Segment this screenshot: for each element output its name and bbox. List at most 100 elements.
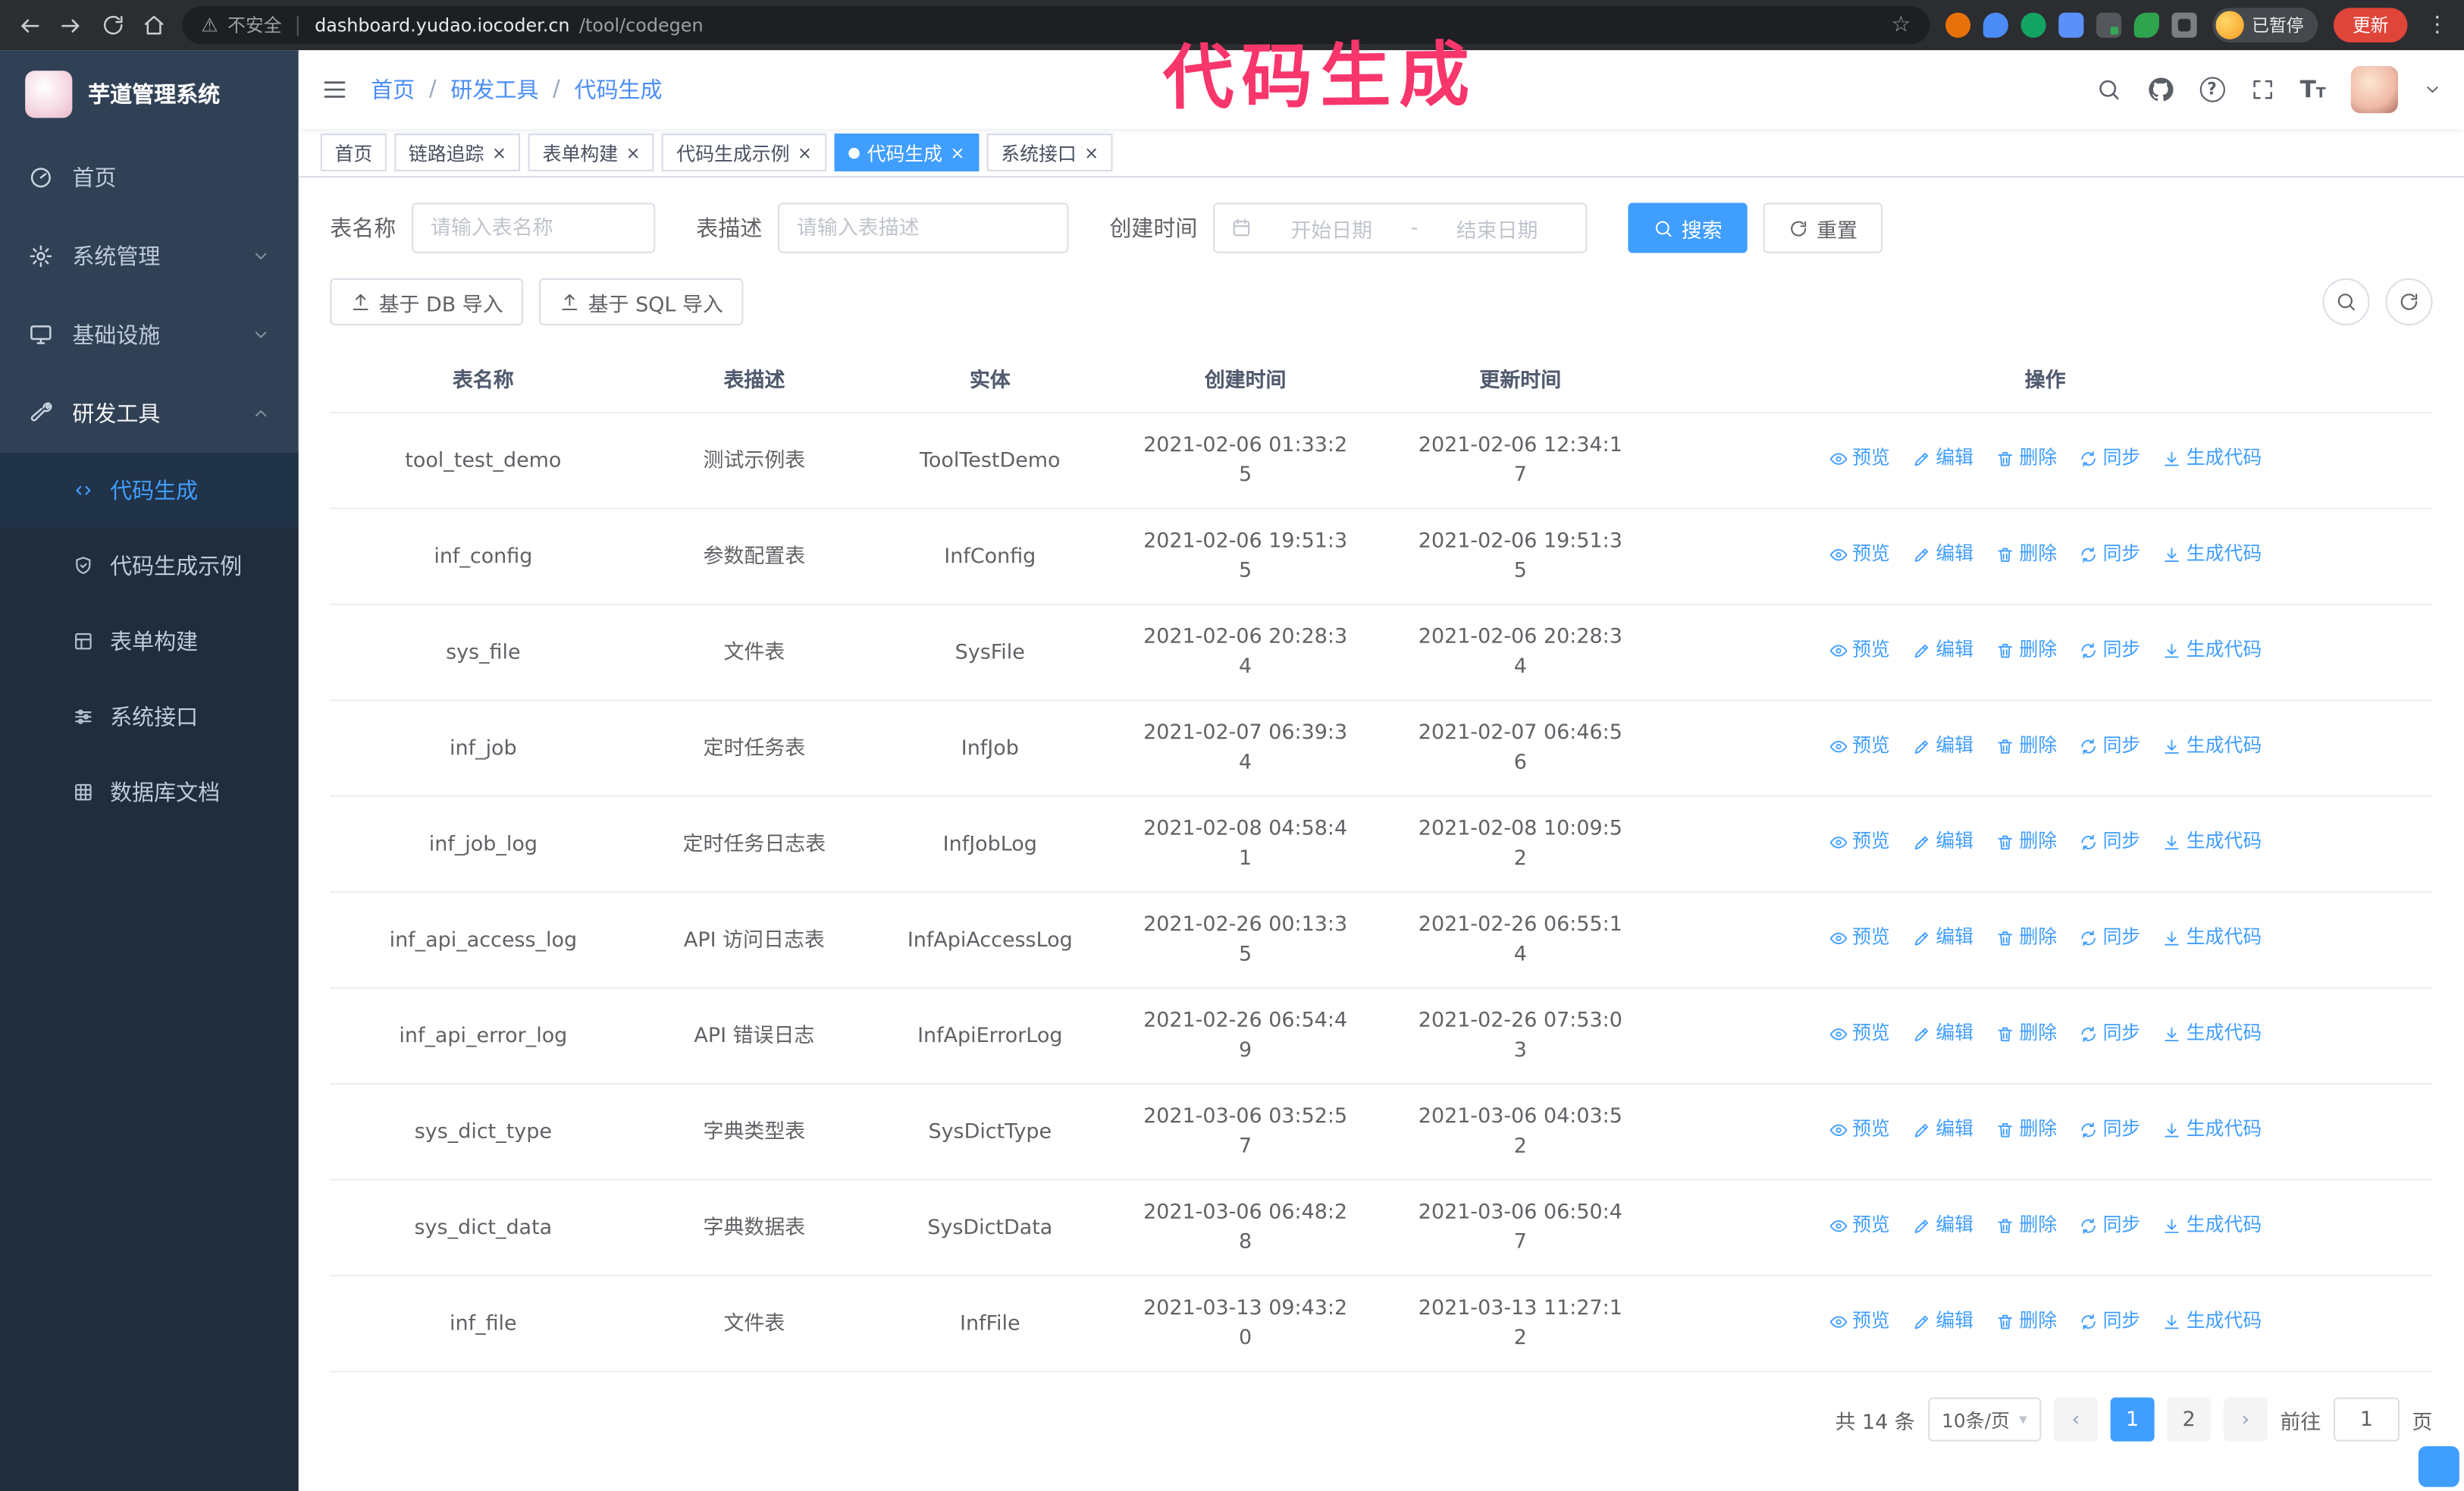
generate-code-link[interactable]: 生成代码 (2163, 636, 2262, 665)
delete-link[interactable]: 删除 (1995, 827, 2057, 857)
back-icon[interactable] (16, 12, 42, 39)
edit-link[interactable]: 编辑 (1912, 1019, 1973, 1049)
home-icon[interactable] (142, 13, 167, 38)
generate-code-link[interactable]: 生成代码 (2163, 923, 2262, 953)
address-bar[interactable]: ⚠ 不安全 dashboard.yudao.iocoder.cn /tool/c… (182, 6, 1930, 45)
sidebar-item-db-doc[interactable]: 数据库文档 (0, 755, 299, 830)
reset-button[interactable]: 重置 (1763, 202, 1883, 253)
preview-link[interactable]: 预览 (1829, 539, 1890, 569)
preview-link[interactable]: 预览 (1829, 1307, 1890, 1336)
delete-link[interactable]: 删除 (1995, 539, 2057, 569)
toggle-search-button[interactable] (2322, 278, 2370, 326)
extension-icon-2[interactable] (1983, 12, 2008, 38)
close-icon[interactable]: × (1084, 144, 1099, 162)
browser-update-button[interactable]: 更新 (2333, 8, 2408, 42)
import-db-button[interactable]: 基于 DB 导入 (330, 278, 524, 326)
page-button-2[interactable]: 2 (2167, 1397, 2212, 1442)
extension-icon-4[interactable] (2058, 12, 2084, 38)
sidebar-item-system[interactable]: 系统管理 (0, 217, 299, 296)
preview-link[interactable]: 预览 (1829, 636, 1890, 665)
delete-link[interactable]: 删除 (1995, 1210, 2057, 1240)
generate-code-link[interactable]: 生成代码 (2163, 1307, 2262, 1336)
sidebar-logo[interactable]: 芋道管理系统 (0, 50, 299, 138)
edit-link[interactable]: 编辑 (1912, 731, 1973, 761)
edit-link[interactable]: 编辑 (1912, 827, 1973, 857)
edit-link[interactable]: 编辑 (1912, 444, 1973, 473)
sidebar-item-home[interactable]: 首页 (0, 138, 299, 217)
sync-link[interactable]: 同步 (2079, 444, 2140, 473)
preview-link[interactable]: 预览 (1829, 444, 1890, 473)
search-button[interactable]: 搜索 (1628, 202, 1748, 253)
help-icon[interactable]: ? (2199, 77, 2225, 102)
breadcrumb-item-dev-tools[interactable]: 研发工具 (450, 74, 538, 105)
github-icon[interactable] (2146, 75, 2174, 103)
sync-link[interactable]: 同步 (2079, 539, 2140, 569)
close-icon[interactable]: × (625, 144, 640, 162)
sync-link[interactable]: 同步 (2079, 1019, 2140, 1049)
table-desc-input[interactable] (777, 202, 1069, 253)
delete-link[interactable]: 删除 (1995, 1115, 2057, 1144)
sync-link[interactable]: 同步 (2079, 1210, 2140, 1240)
tab-tracer[interactable]: 链路追踪 × (394, 133, 521, 171)
generate-code-link[interactable]: 生成代码 (2163, 827, 2262, 857)
next-page-button[interactable]: › (2223, 1397, 2268, 1442)
generate-code-link[interactable]: 生成代码 (2163, 1115, 2262, 1144)
reload-icon[interactable] (101, 13, 126, 38)
forward-icon[interactable] (58, 12, 85, 39)
generate-code-link[interactable]: 生成代码 (2163, 731, 2262, 761)
create-time-range-picker[interactable]: 开始日期 - 结束日期 (1213, 202, 1588, 253)
sidebar-item-system-api[interactable]: 系统接口 (0, 679, 299, 754)
goto-page-input[interactable] (2333, 1397, 2400, 1442)
edit-link[interactable]: 编辑 (1912, 539, 1973, 569)
prev-page-button[interactable]: ‹ (2053, 1397, 2098, 1442)
close-icon[interactable]: × (798, 144, 812, 162)
preview-link[interactable]: 预览 (1829, 1210, 1890, 1240)
preview-link[interactable]: 预览 (1829, 731, 1890, 761)
tab-home[interactable]: 首页 (320, 133, 387, 171)
sync-link[interactable]: 同步 (2079, 1307, 2140, 1336)
tab-codegen-example[interactable]: 代码生成示例 × (662, 133, 826, 171)
page-size-select[interactable]: 10条/页 ▾ (1927, 1397, 2042, 1442)
generate-code-link[interactable]: 生成代码 (2163, 1019, 2262, 1049)
preview-link[interactable]: 预览 (1829, 827, 1890, 857)
import-sql-button[interactable]: 基于 SQL 导入 (539, 278, 744, 326)
sidebar-item-codegen-example[interactable]: 代码生成示例 (0, 528, 299, 603)
font-size-icon[interactable]: TT (2300, 77, 2326, 102)
chevron-down-icon[interactable] (2423, 80, 2442, 99)
sync-link[interactable]: 同步 (2079, 731, 2140, 761)
preview-link[interactable]: 预览 (1829, 1019, 1890, 1049)
tab-codegen[interactable]: 代码生成 × (834, 133, 980, 171)
bookmark-star-icon[interactable]: ☆ (1891, 13, 1911, 38)
tab-system-api[interactable]: 系统接口 × (986, 133, 1113, 171)
edit-link[interactable]: 编辑 (1912, 1115, 1973, 1144)
extension-icon-3[interactable] (2020, 12, 2046, 38)
back-to-top-button[interactable] (2418, 1445, 2459, 1487)
preview-link[interactable]: 预览 (1829, 1115, 1890, 1144)
sidebar-item-form-builder[interactable]: 表单构建 (0, 604, 299, 679)
edit-link[interactable]: 编辑 (1912, 1210, 1973, 1240)
delete-link[interactable]: 删除 (1995, 923, 2057, 953)
edit-link[interactable]: 编辑 (1912, 636, 1973, 665)
generate-code-link[interactable]: 生成代码 (2163, 1210, 2262, 1240)
close-icon[interactable]: × (950, 144, 964, 162)
extension-icon-5[interactable] (2096, 12, 2122, 38)
collapse-sidebar-icon[interactable] (321, 75, 349, 103)
fullscreen-icon[interactable] (2249, 77, 2274, 102)
close-icon[interactable]: × (492, 144, 506, 162)
sync-link[interactable]: 同步 (2079, 923, 2140, 953)
edit-link[interactable]: 编辑 (1912, 1307, 1973, 1336)
preview-link[interactable]: 预览 (1829, 923, 1890, 953)
sync-link[interactable]: 同步 (2079, 636, 2140, 665)
refresh-table-button[interactable] (2385, 278, 2433, 326)
extension-icon-1[interactable] (1945, 12, 1971, 38)
delete-link[interactable]: 删除 (1995, 636, 2057, 665)
tab-form-builder[interactable]: 表单构建 × (528, 133, 655, 171)
breadcrumb-item-home[interactable]: 首页 (371, 74, 415, 105)
sidebar-item-dev-tools[interactable]: 研发工具 (0, 374, 299, 453)
search-icon[interactable] (2096, 77, 2121, 102)
puzzle-extensions-icon[interactable] (2171, 12, 2197, 38)
browser-menu-icon[interactable]: ⋮ (2426, 13, 2448, 38)
table-name-input[interactable] (412, 202, 656, 253)
generate-code-link[interactable]: 生成代码 (2163, 539, 2262, 569)
sync-link[interactable]: 同步 (2079, 1115, 2140, 1144)
